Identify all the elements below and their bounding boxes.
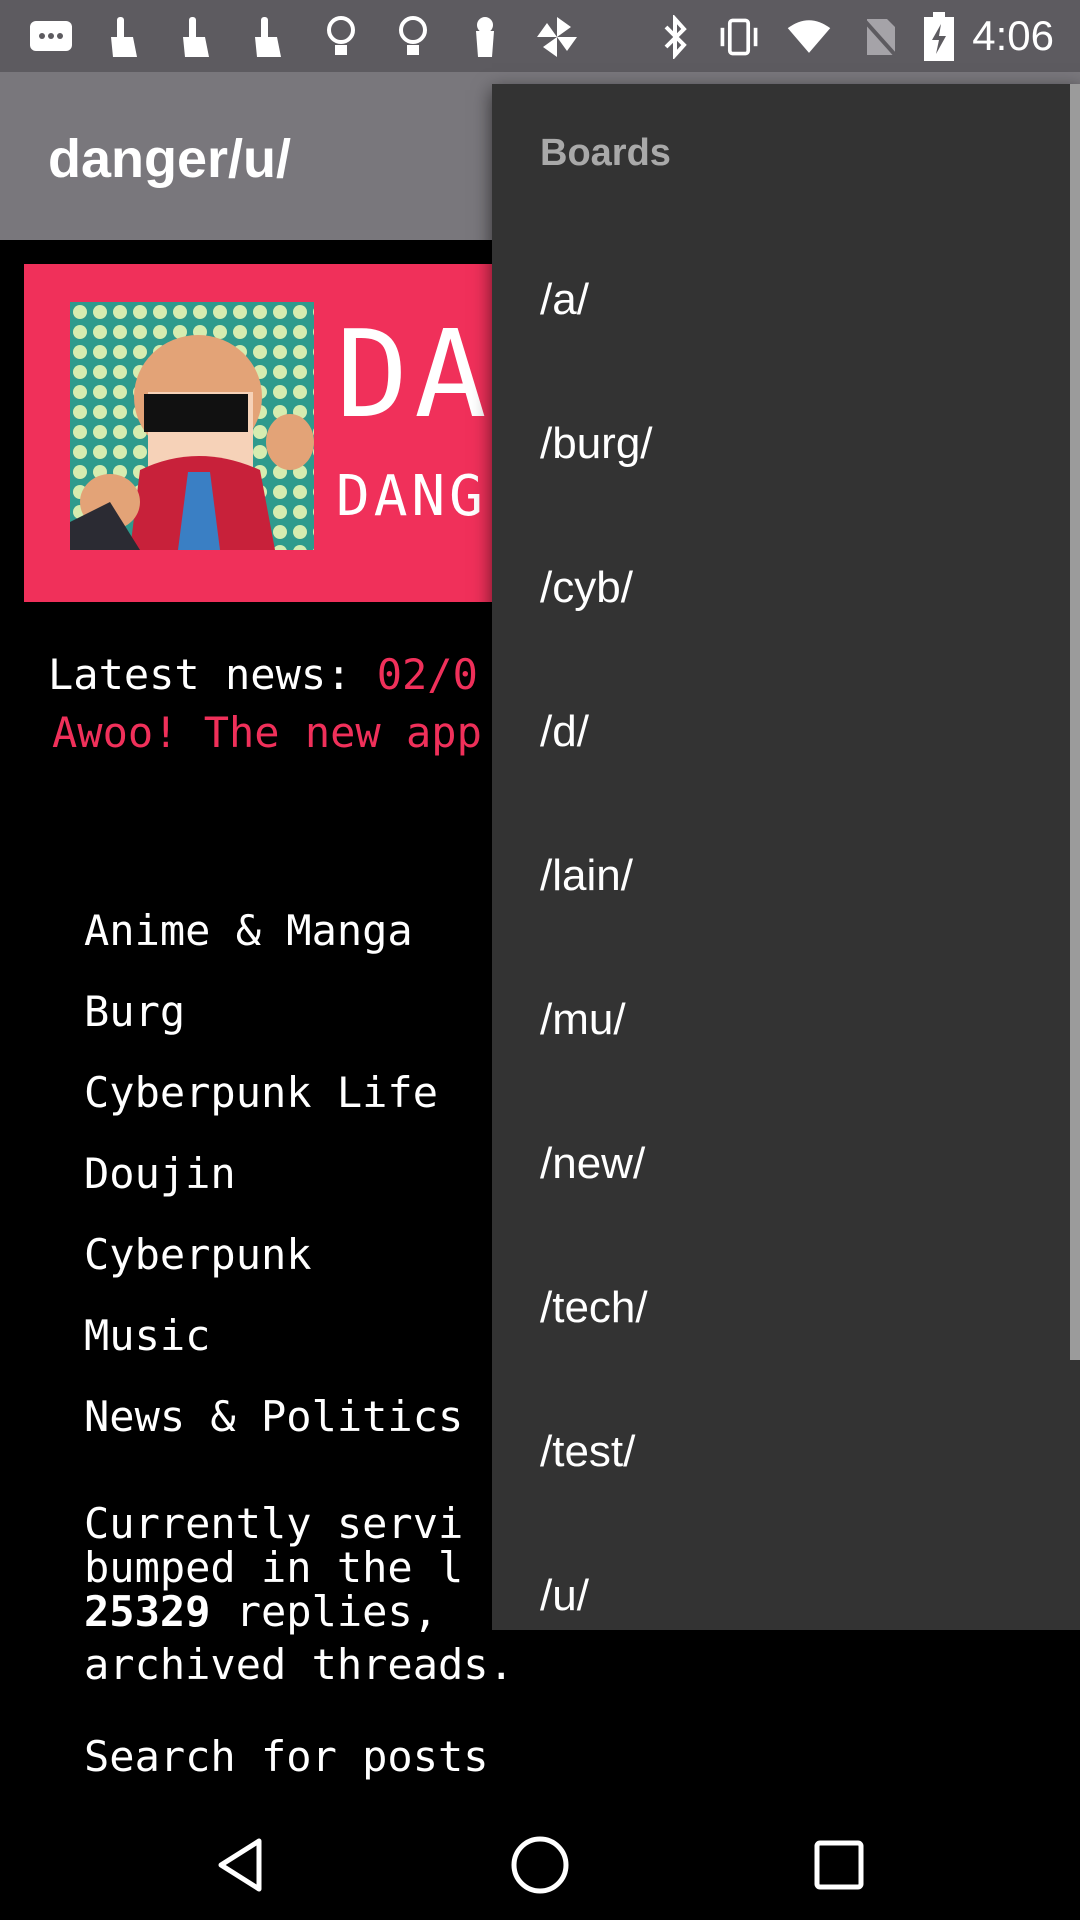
status-time: 4:06 (972, 12, 1054, 59)
stats-line-2: bumped in the l (84, 1543, 464, 1592)
search-posts-link[interactable]: Search for posts (84, 1732, 489, 1781)
boards-dropdown-menu[interactable]: Boards /a/ /burg/ /cyb/ /d/ /lain/ /mu/ … (492, 84, 1080, 1630)
dropdown-item-cyb[interactable]: /cyb/ (492, 516, 1080, 660)
battery-charging-icon (916, 12, 962, 61)
dropdown-item-mu[interactable]: /mu/ (492, 948, 1080, 1092)
stats-line-1: Currently servi (84, 1499, 464, 1548)
banner-artwork (70, 302, 314, 550)
vibrate-icon (716, 14, 762, 60)
dropdown-item-u[interactable]: /u/ (492, 1524, 1080, 1630)
status-bar: 4:06 (0, 0, 1080, 72)
bulb-icon (390, 14, 436, 60)
dropdown-list: /a/ /burg/ /cyb/ /d/ /lain/ /mu/ /new/ /… (492, 228, 1080, 1630)
dropdown-item-burg[interactable]: /burg/ (492, 372, 1080, 516)
back-icon[interactable] (204, 1828, 278, 1902)
bluetooth-icon (652, 14, 698, 60)
dropdown-item-new[interactable]: /new/ (492, 1092, 1080, 1236)
dropdown-item-lain[interactable]: /lain/ (492, 804, 1080, 948)
gesture-icon (100, 14, 146, 60)
banner-subtitle: DANG (336, 464, 487, 529)
board-link-burg[interactable]: Burg (84, 971, 463, 1052)
board-link-doujin[interactable]: Doujin (84, 1133, 463, 1214)
navigation-bar (0, 1810, 1080, 1920)
page-title: danger/u/ (48, 129, 292, 189)
news-line: Latest news: 02/0 (48, 650, 478, 699)
board-list: Anime & Manga Burg Cyberpunk Life Doujin… (84, 890, 463, 1457)
board-link-cyberpunk-life[interactable]: Cyberpunk Life (84, 1052, 463, 1133)
message-icon (28, 14, 74, 60)
stats-line-4: archived threads. (84, 1640, 514, 1689)
board-link-news-politics[interactable]: News & Politics (84, 1376, 463, 1457)
home-icon[interactable] (503, 1828, 577, 1902)
no-sim-icon (856, 14, 902, 60)
board-link-anime[interactable]: Anime & Manga (84, 890, 463, 971)
news-date[interactable]: 02/0 (377, 650, 478, 699)
site-stats: Currently servi bumped in the l 25329 repl… (84, 1502, 463, 1634)
gesture-icon (172, 14, 218, 60)
board-link-music[interactable]: Music (84, 1295, 463, 1376)
news-label: Latest news: (48, 650, 352, 699)
dropdown-scrollbar[interactable] (1070, 84, 1080, 1360)
dropdown-item-test[interactable]: /test/ (492, 1380, 1080, 1524)
dropdown-item-d[interactable]: /d/ (492, 660, 1080, 804)
bulb-icon (318, 14, 364, 60)
gesture-icon (244, 14, 290, 60)
dropdown-item-tech[interactable]: /tech/ (492, 1236, 1080, 1380)
banner-title: DA (336, 306, 493, 445)
stats-line-3: 25329 replies, (84, 1590, 463, 1634)
news-message[interactable]: Awoo! The new app (52, 708, 482, 757)
replies-count: 25329 (84, 1587, 211, 1636)
replies-text: replies, (210, 1587, 439, 1636)
lamp-icon (462, 14, 508, 60)
dropdown-header: Boards (540, 132, 671, 174)
dropdown-item-a[interactable]: /a/ (492, 228, 1080, 372)
pinwheel-icon (534, 14, 580, 60)
board-link-cyberpunk[interactable]: Cyberpunk (84, 1214, 463, 1295)
recents-icon[interactable] (802, 1828, 876, 1902)
wifi-icon (786, 14, 832, 60)
